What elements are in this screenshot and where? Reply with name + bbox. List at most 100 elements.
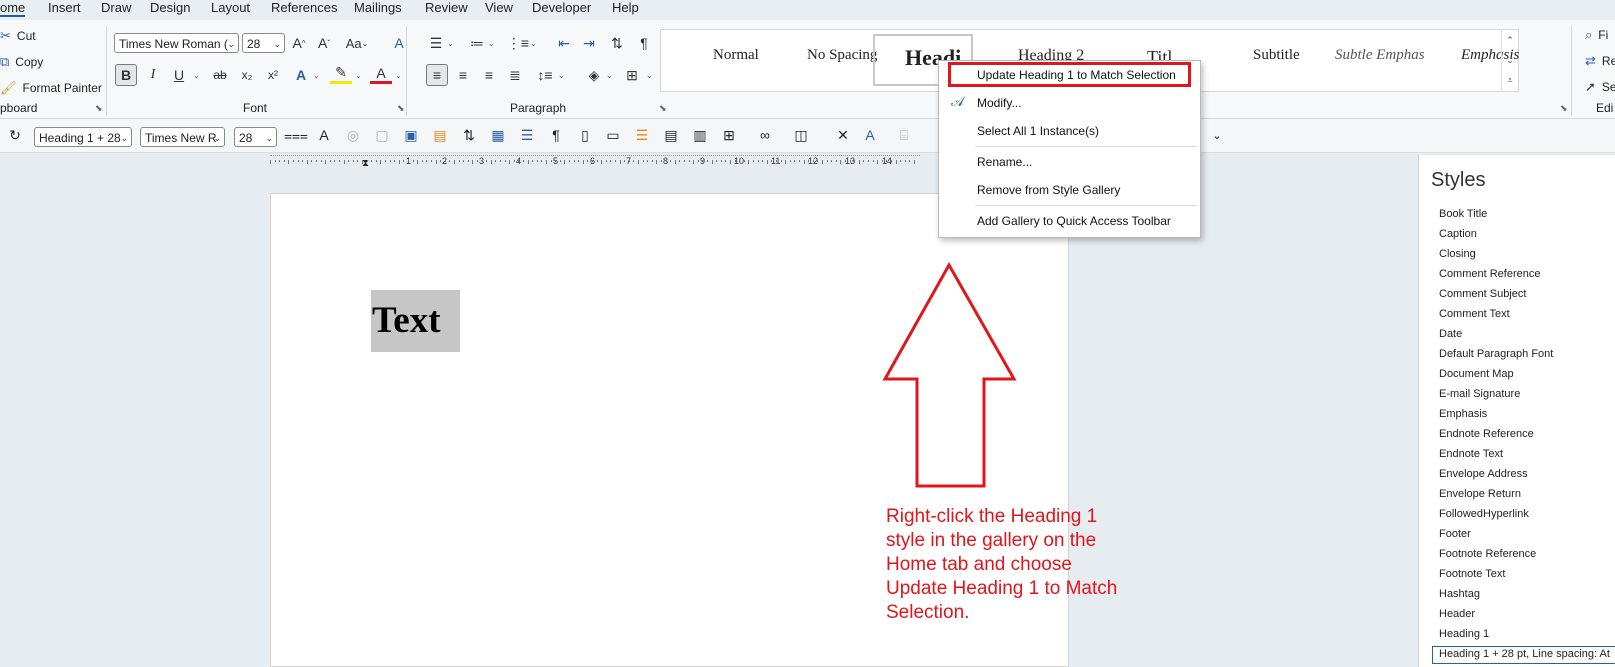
page-icon[interactable]: ▦ — [488, 125, 508, 145]
menu-item-rename[interactable]: Rename... — [977, 155, 1032, 169]
image-icon[interactable]: ▭ — [603, 125, 623, 145]
replace-button[interactable]: ⇄ Re — [1585, 53, 1615, 69]
customize-toolbar-icon[interactable]: ⌄ — [1207, 125, 1227, 145]
shapes-icon[interactable]: ☰ — [632, 125, 652, 145]
align-right-button[interactable]: ≡ — [478, 64, 500, 86]
select-button[interactable]: ➚ Se — [1585, 79, 1615, 95]
font-size-combo[interactable]: 28 ⌄ — [242, 33, 285, 53]
tab-help[interactable]: Help — [612, 0, 639, 15]
tab-home[interactable]: ome — [0, 0, 26, 17]
change-case-button[interactable]: Aa ⌄ — [343, 32, 371, 54]
style-list-item[interactable]: Footnote Text — [1439, 568, 1505, 580]
style-list-item[interactable]: E-mail Signature — [1439, 388, 1520, 400]
numbering-button[interactable]: ≔ — [466, 32, 488, 54]
blank-page-icon[interactable]: ▯ — [575, 125, 595, 145]
selected-heading-text[interactable]: Text — [371, 290, 460, 352]
chevron-down-icon[interactable]: ⌄ — [606, 71, 613, 80]
tab-review[interactable]: Review — [425, 0, 468, 15]
style-list-item[interactable]: Caption — [1439, 228, 1477, 240]
indent-marker-icon[interactable]: ⧗ — [362, 158, 369, 169]
style-list-item[interactable]: Book Title — [1439, 208, 1487, 220]
horizontal-ruler[interactable]: 1 2 3 4 5 6 7 8 9 10 11 12 13 14 ⧗ — [270, 155, 920, 170]
chevron-down-icon[interactable]: ⌄ — [646, 71, 653, 80]
clipboard-launcher-icon[interactable]: ⬊ — [95, 103, 103, 114]
gallery-style-subtle-emphasis[interactable]: Subtle Emphas — [1335, 47, 1425, 64]
italic-button[interactable]: I — [142, 64, 164, 86]
gallery-style-subtitle[interactable]: Subtitle — [1253, 47, 1300, 64]
font-name-combo[interactable]: Times New Roman (⌄ — [114, 33, 239, 53]
gallery-style-no-spacing[interactable]: No Spacing — [807, 47, 877, 64]
highlight-color-button[interactable]: ✎ — [330, 64, 352, 84]
table-icon[interactable]: ⊞ — [719, 125, 739, 145]
font-launcher-icon[interactable]: ⬊ — [397, 103, 405, 114]
bullets-button[interactable]: ☰ — [425, 32, 447, 54]
style-list-item[interactable]: Envelope Return — [1439, 488, 1521, 500]
style-list-item[interactable]: Hashtag — [1439, 588, 1480, 600]
menu-item-remove-from-gallery[interactable]: Remove from Style Gallery — [977, 183, 1120, 197]
paragraph-marks-icon[interactable]: ⩶ — [284, 125, 308, 145]
chevron-down-icon[interactable]: ⌄ — [395, 71, 402, 80]
close-icon[interactable]: ✕ — [833, 125, 853, 145]
style-list-item[interactable]: FollowedHyperlink — [1439, 508, 1529, 520]
doc-icon[interactable]: ▢ — [372, 125, 392, 145]
font-a-icon[interactable]: A — [314, 125, 334, 145]
ink-icon[interactable]: ⌸ — [894, 125, 914, 145]
increase-indent-button[interactable]: ⇥ — [578, 32, 600, 54]
style-list-item[interactable]: Comment Reference — [1439, 268, 1541, 280]
menu-item-select-all[interactable]: Select All 1 Instance(s) — [977, 124, 1099, 138]
styles-launcher-icon[interactable]: ⬊ — [1560, 103, 1568, 114]
grow-font-button[interactable]: A ^ — [288, 32, 310, 54]
size-combo[interactable]: 28 ⌄ — [234, 127, 277, 147]
style-list-item[interactable]: Date — [1439, 328, 1462, 340]
menu-item-add-to-qat[interactable]: Add Gallery to Quick Access Toolbar — [977, 214, 1171, 228]
line-spacing-button[interactable]: ↕≡ — [534, 64, 556, 86]
picture-icon[interactable]: ▤ — [430, 125, 450, 145]
redo-icon[interactable]: ↻ — [5, 125, 25, 145]
style-list-item[interactable]: Endnote Text — [1439, 448, 1503, 460]
shading-button[interactable]: ◈ — [583, 64, 605, 86]
current-style-item[interactable]: Heading 1 + 28 pt, Line spacing: At — [1432, 646, 1615, 664]
bold-button[interactable]: B — [115, 64, 137, 86]
header-icon[interactable]: ▤ — [661, 125, 681, 145]
tab-draw[interactable]: Draw — [101, 0, 131, 15]
style-list-item[interactable]: Header — [1439, 608, 1475, 620]
tab-layout[interactable]: Layout — [211, 0, 250, 15]
style-combo[interactable]: Heading 1 + 28 ⌄ — [34, 127, 132, 147]
chevron-down-icon[interactable]: ⌄ — [447, 39, 454, 48]
tab-insert[interactable]: Insert — [48, 0, 81, 15]
show-formatting-button[interactable]: ¶ — [633, 32, 655, 54]
list-icon[interactable]: ☰ — [517, 125, 537, 145]
chevron-down-icon[interactable]: ⌄ — [1502, 50, 1518, 70]
underline-button[interactable]: U — [168, 64, 190, 86]
sort-button[interactable]: ⇅ — [606, 32, 628, 54]
superscript-button[interactable]: x² — [262, 64, 284, 86]
style-list-item[interactable]: Document Map — [1439, 368, 1514, 380]
tab-mailings[interactable]: Mailings — [354, 0, 402, 15]
tab-developer[interactable]: Developer — [532, 0, 591, 15]
tab-references[interactable]: References — [271, 0, 337, 15]
borders-button[interactable]: ⊞ — [621, 64, 643, 86]
style-list-item[interactable]: Endnote Reference — [1439, 428, 1534, 440]
chevron-down-icon[interactable]: ⌄ — [488, 39, 495, 48]
sort-az-icon[interactable]: ⇅ — [459, 125, 479, 145]
gallery-more-icon[interactable]: ⩡ — [1502, 70, 1518, 90]
justify-button[interactable]: ≣ — [504, 64, 526, 86]
rtl-icon[interactable]: ¶ — [546, 125, 566, 145]
decrease-indent-button[interactable]: ⇤ — [553, 32, 575, 54]
style-list-item[interactable]: Comment Text — [1439, 308, 1510, 320]
chevron-down-icon[interactable]: ⌄ — [193, 71, 200, 80]
menu-item-update-to-match[interactable]: Update Heading 1 to Match Selection — [977, 68, 1176, 82]
copy-button[interactable]: ⧉ Copy — [0, 54, 43, 70]
chevron-down-icon[interactable]: ⌄ — [355, 71, 362, 80]
style-list-item[interactable]: Emphasis — [1439, 408, 1487, 420]
tab-view[interactable]: View — [485, 0, 513, 15]
text-style-icon[interactable]: A — [860, 125, 880, 145]
cut-button[interactable]: ✂ Cut — [0, 28, 36, 44]
style-list-item[interactable]: Default Paragraph Font — [1439, 348, 1553, 360]
menu-item-modify[interactable]: Modify... — [977, 96, 1021, 110]
subscript-button[interactable]: x₂ — [236, 64, 258, 86]
style-list-item[interactable]: Footer — [1439, 528, 1471, 540]
chevron-up-icon[interactable]: ⌃ — [1502, 30, 1518, 50]
strikethrough-button[interactable]: ab — [209, 64, 231, 86]
chevron-down-icon[interactable]: ⌄ — [313, 71, 320, 80]
